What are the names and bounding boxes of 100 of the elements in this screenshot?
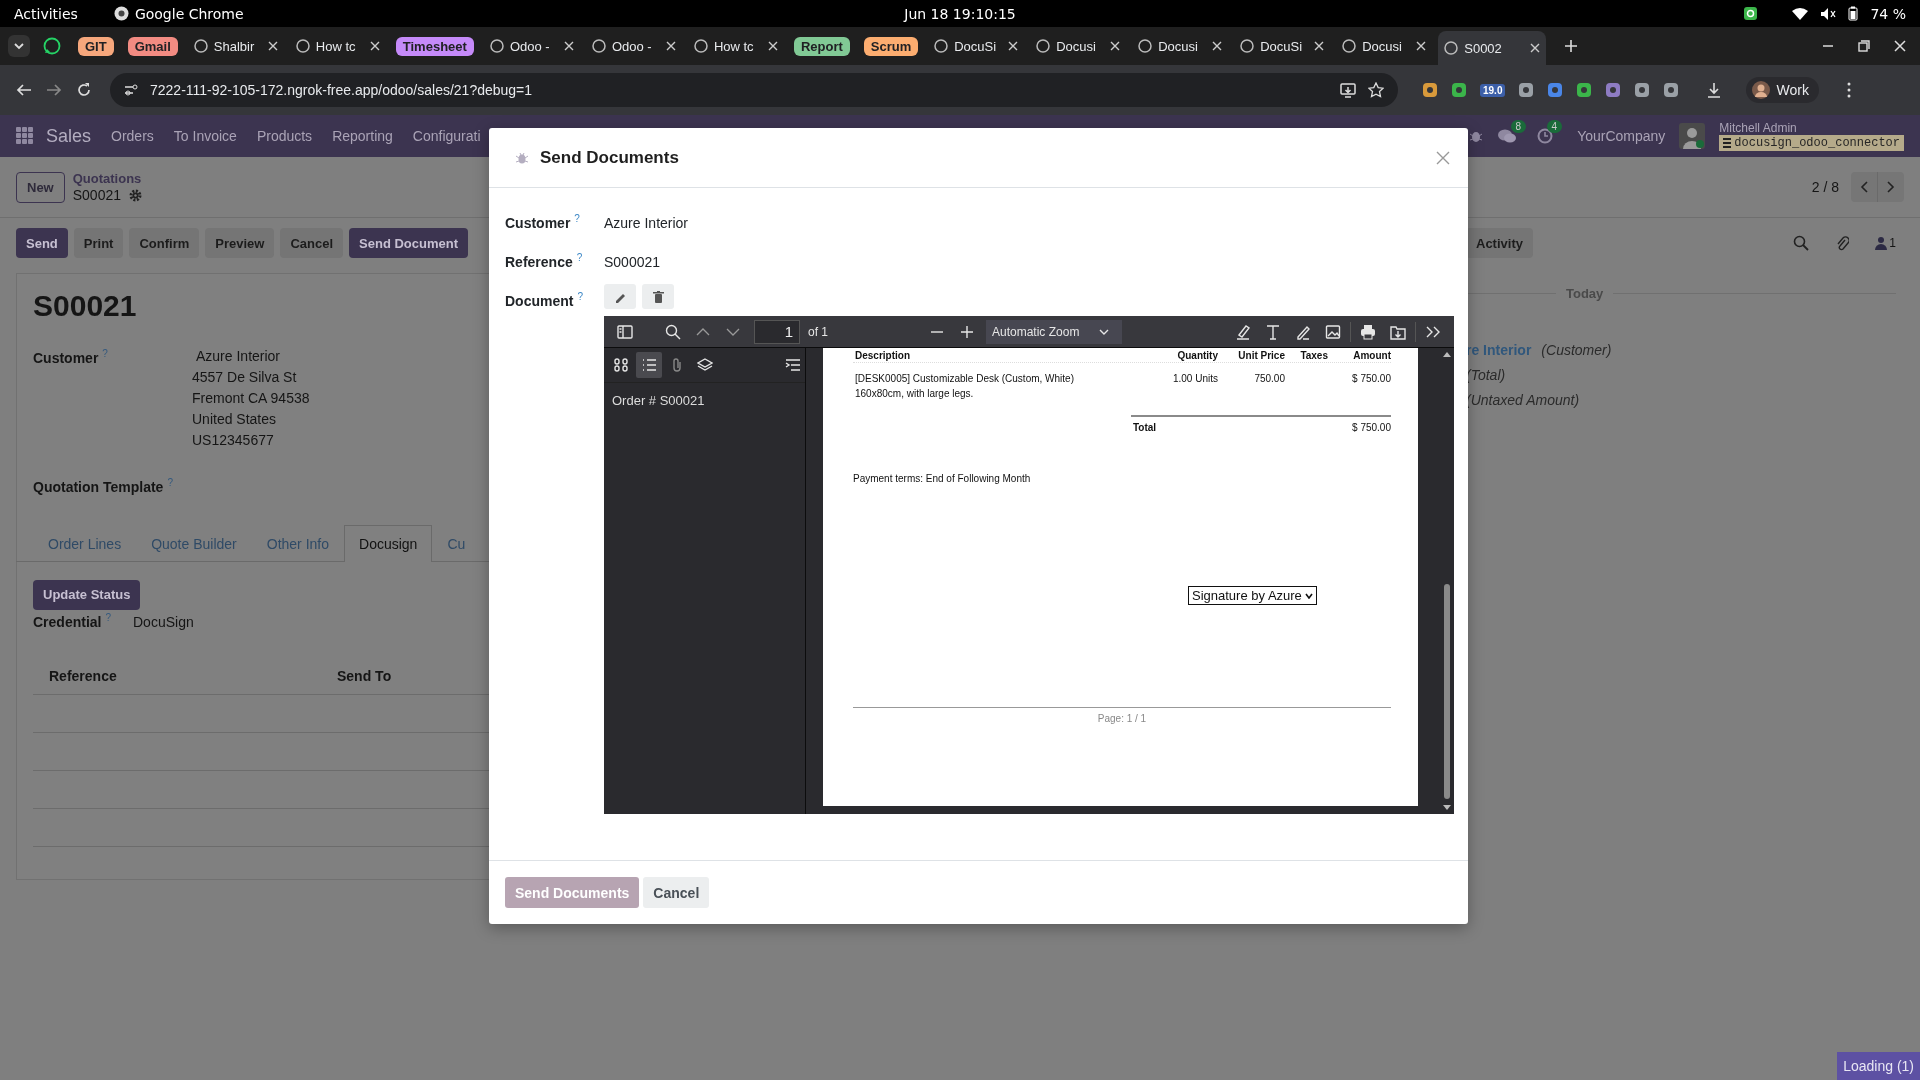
browser-tab[interactable]: Odoo - <box>483 31 580 61</box>
site-info-icon[interactable] <box>124 83 138 97</box>
app-indicator-icon[interactable] <box>1743 6 1759 21</box>
wifi-icon[interactable] <box>1792 6 1809 21</box>
extension-icon[interactable] <box>1634 82 1651 98</box>
paperclip-icon[interactable] <box>1835 235 1850 251</box>
bug-icon[interactable] <box>1469 129 1484 143</box>
browser-tab[interactable]: DocuSi <box>928 31 1025 61</box>
activity-button[interactable]: Activity <box>1466 228 1533 258</box>
extension-icon[interactable] <box>1605 82 1622 98</box>
gear-icon[interactable] <box>129 188 142 202</box>
install-app-icon[interactable] <box>1340 82 1356 98</box>
download-icon[interactable] <box>1706 82 1723 98</box>
browser-tab[interactable]: Shalbir <box>187 31 284 61</box>
extension-icon[interactable] <box>1518 82 1535 98</box>
action-button[interactable]: Send Document <box>349 228 469 258</box>
reload-icon[interactable] <box>76 82 92 98</box>
menu-item[interactable]: Configurati <box>412 128 481 144</box>
text-icon[interactable] <box>1265 323 1281 340</box>
action-button[interactable]: Print <box>73 228 124 258</box>
browser-tab[interactable]: Odoo - <box>585 31 682 61</box>
update-status-button[interactable]: Update Status <box>33 579 141 610</box>
address-bar[interactable]: 7222-111-92-105-172.ngrok-free.app/odoo/sales/21?debug=1 <box>110 73 1398 107</box>
help-mark[interactable]: ? <box>576 252 583 263</box>
column-header[interactable]: Send To <box>337 667 392 684</box>
action-button[interactable]: Send <box>16 228 68 258</box>
pager-value[interactable]: 2 / 8 <box>1811 179 1839 195</box>
image-icon[interactable] <box>1325 323 1341 340</box>
outline-item[interactable]: Order # S00021 <box>610 391 707 410</box>
app-grid-icon[interactable] <box>16 127 34 145</box>
customer-name[interactable]: Azure Interior <box>192 346 281 367</box>
menu-item[interactable]: Orders <box>111 128 154 144</box>
user-name[interactable]: Mitchell Admin <box>1719 121 1904 135</box>
activities-button[interactable]: Activities <box>14 5 78 22</box>
browser-tab[interactable]: Docusi <box>1132 31 1229 61</box>
user-avatar-icon[interactable] <box>1679 123 1706 149</box>
new-tab-icon[interactable] <box>1564 39 1579 53</box>
save-icon[interactable] <box>1390 323 1406 340</box>
followers-button[interactable]: 1 <box>1875 236 1896 250</box>
new-button[interactable]: New <box>16 171 65 203</box>
chat-icon[interactable] <box>1497 128 1518 144</box>
help-mark[interactable]: ? <box>574 213 580 224</box>
tab-group-label[interactable]: GIT <box>78 36 114 56</box>
highlight-icon[interactable] <box>1235 323 1251 340</box>
sidebar-view-tab[interactable] <box>636 352 662 378</box>
maximize-icon[interactable] <box>1858 40 1870 52</box>
tab-search-icon[interactable] <box>8 35 30 57</box>
menu-item[interactable]: To Invoice <box>173 128 237 144</box>
profile-button[interactable]: Work <box>1746 77 1819 103</box>
close-icon[interactable] <box>767 41 778 51</box>
extension-icon[interactable] <box>1547 82 1564 98</box>
action-button[interactable]: Cancel <box>280 228 344 258</box>
browser-tab[interactable]: S0002 <box>1438 31 1547 65</box>
extension-icon[interactable] <box>1451 82 1467 98</box>
close-icon[interactable] <box>563 41 574 51</box>
tab-group-label[interactable]: Gmail <box>127 36 178 56</box>
close-icon[interactable] <box>1314 41 1325 51</box>
app-name[interactable]: Google Chrome <box>134 5 244 22</box>
clock-icon[interactable] <box>1537 128 1554 144</box>
signature-field[interactable]: Signature by Azure <box>1188 586 1317 605</box>
extension-icon[interactable] <box>1576 82 1593 98</box>
edit-button[interactable] <box>604 284 636 309</box>
search-icon[interactable] <box>665 323 681 340</box>
delete-button[interactable] <box>642 284 674 309</box>
column-header[interactable]: Reference <box>49 667 117 684</box>
action-button[interactable]: Confirm <box>129 228 200 258</box>
bookmark-star-icon[interactable] <box>1368 82 1384 98</box>
company-switcher[interactable]: YourCompany <box>1577 128 1666 144</box>
close-icon[interactable] <box>1110 41 1121 51</box>
browser-tab[interactable]: DocuSi <box>1234 31 1331 61</box>
help-mark[interactable]: ? <box>577 291 583 302</box>
tab-group-label[interactable]: Timesheet <box>395 36 474 56</box>
back-icon[interactable] <box>16 82 32 98</box>
menu-item[interactable]: Products <box>256 128 313 144</box>
close-icon[interactable] <box>665 41 676 51</box>
close-icon[interactable] <box>1416 41 1427 51</box>
page-number-field[interactable]: 1 <box>754 319 800 344</box>
current-outline-item-icon[interactable] <box>785 357 801 373</box>
dialog-button[interactable]: Cancel <box>643 877 710 908</box>
volume-icon[interactable] <box>1820 6 1837 21</box>
menu-item[interactable]: Reporting <box>332 128 393 144</box>
zoom-select[interactable]: Automatic Zoom <box>986 319 1122 344</box>
browser-tab[interactable]: How tc <box>687 31 784 61</box>
forward-icon[interactable] <box>46 82 62 98</box>
close-icon[interactable] <box>1530 43 1541 53</box>
browser-tab[interactable]: Docusi <box>1336 31 1433 61</box>
close-icon[interactable] <box>267 41 278 51</box>
form-tab[interactable]: Docusign <box>344 524 433 562</box>
menu-icon[interactable] <box>1846 82 1851 98</box>
app-name[interactable]: Sales <box>46 125 92 147</box>
browser-tab[interactable]: How tc <box>289 31 386 61</box>
print-icon[interactable] <box>1360 323 1376 340</box>
zoom-in-icon[interactable] <box>959 323 975 340</box>
draw-icon[interactable] <box>1295 323 1311 340</box>
action-button[interactable]: Preview <box>205 228 275 258</box>
sidebar-toggle-icon[interactable] <box>617 323 633 340</box>
close-icon[interactable] <box>369 41 380 51</box>
extension-badge[interactable]: 19.0 <box>1480 83 1506 97</box>
close-icon[interactable] <box>1212 41 1223 51</box>
extension-icon[interactable] <box>1422 82 1438 98</box>
